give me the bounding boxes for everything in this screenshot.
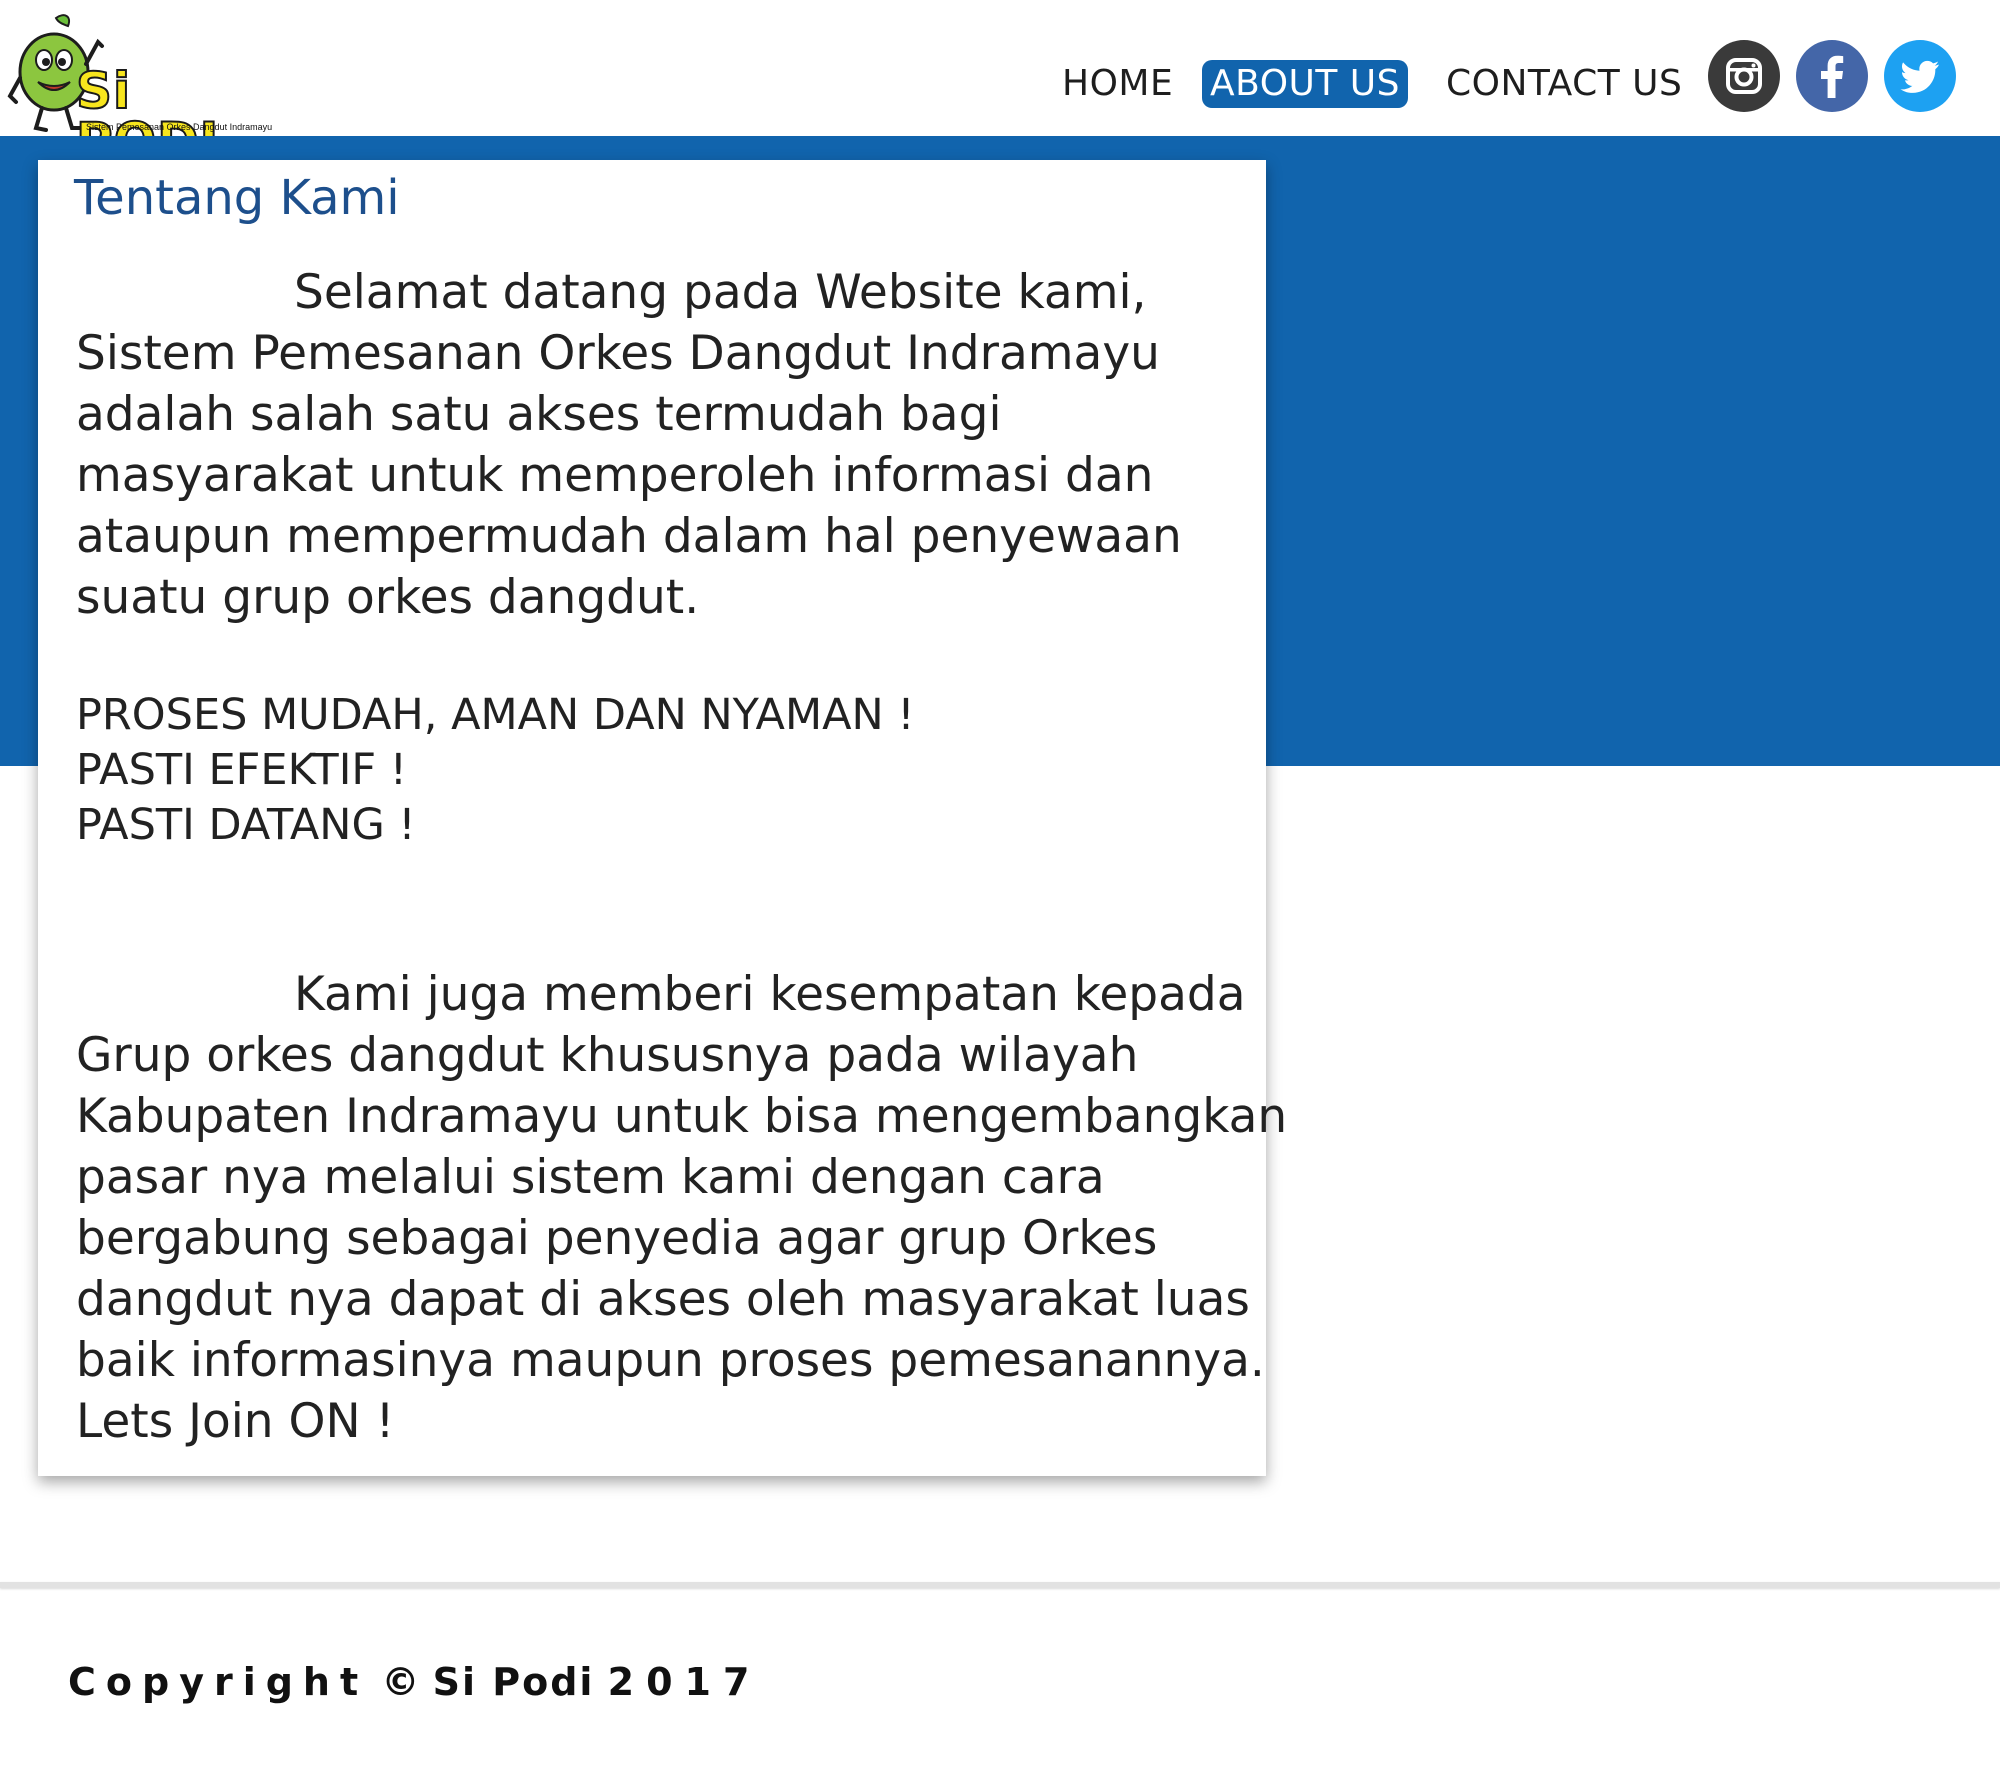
slogan-list: PROSES MUDAH, AMAN DAN NYAMAN ! PASTI EF… [76, 688, 915, 853]
paragraph-line: Lets Join ON ! [76, 1394, 395, 1449]
nav-home[interactable]: HOME [1062, 60, 1173, 108]
slogan-item: PROSES MUDAH, AMAN DAN NYAMAN ! [76, 690, 915, 740]
copyright-symbol: © [381, 1660, 420, 1704]
twitter-icon[interactable] [1884, 40, 1956, 112]
logo-subtitle: Sistem Pemesanan Orkes Dangdut Indramayu [86, 122, 273, 132]
nav-contact-us[interactable]: CONTACT US [1446, 60, 1682, 108]
paragraph-line: Grup orkes dangdut khususnya pada wilaya… [76, 1028, 1139, 1083]
slogan-item: PASTI DATANG ! [76, 800, 416, 850]
site-header: Si PODI Sistem Pemesanan Orkes Dangdut I… [0, 0, 2000, 167]
instagram-icon[interactable] [1708, 40, 1780, 112]
paragraph-line: Selamat datang pada Website kami, [294, 265, 1147, 320]
logo[interactable]: Si PODI Sistem Pemesanan Orkes Dangdut I… [6, 12, 276, 167]
copyright-word: Copyright [68, 1660, 369, 1704]
paragraph-line: Kabupaten Indramayu untuk bisa mengemban… [76, 1089, 1288, 1144]
about-paragraph-2: Kami juga memberi kesempatan kepada Grup… [76, 964, 1288, 1452]
paragraph-line: dangdut nya dapat di akses oleh masyarak… [76, 1272, 1250, 1327]
paragraph-line: Kami juga memberi kesempatan kepada [294, 967, 1246, 1022]
footer-divider [0, 1582, 2000, 1588]
copyright-year: 2017 [607, 1660, 762, 1704]
about-paragraph-1: Selamat datang pada Website kami, Sistem… [76, 262, 1266, 628]
copyright-brand: Si Podi [432, 1660, 595, 1704]
paragraph-line: ataupun mempermudah dalam hal penyewaan [76, 509, 1182, 564]
about-title: Tentang Kami [74, 170, 400, 226]
facebook-icon[interactable] [1796, 40, 1868, 112]
main-nav: HOME ABOUT US CONTACT US [1060, 60, 1700, 108]
paragraph-line: adalah salah satu akses termudah bagi [76, 387, 1002, 442]
paragraph-line: suatu grup orkes dangdut. [76, 570, 700, 625]
copyright-text: Copyright © Si Podi 2017 [68, 1660, 761, 1704]
paragraph-line: baik informasinya maupun proses pemesana… [76, 1333, 1265, 1388]
paragraph-line: pasar nya melalui sistem kami dengan car… [76, 1150, 1105, 1205]
about-card: Tentang Kami Selamat datang pada Website… [38, 160, 1288, 1476]
paragraph-line: bergabung sebagai penyedia agar grup Ork… [76, 1211, 1158, 1266]
paragraph-line: Sistem Pemesanan Orkes Dangdut Indramayu [76, 326, 1160, 381]
nav-about-us[interactable]: ABOUT US [1202, 60, 1409, 108]
slogan-item: PASTI EFEKTIF ! [76, 745, 408, 795]
paragraph-line: masyarakat untuk memperoleh informasi da… [76, 448, 1154, 503]
